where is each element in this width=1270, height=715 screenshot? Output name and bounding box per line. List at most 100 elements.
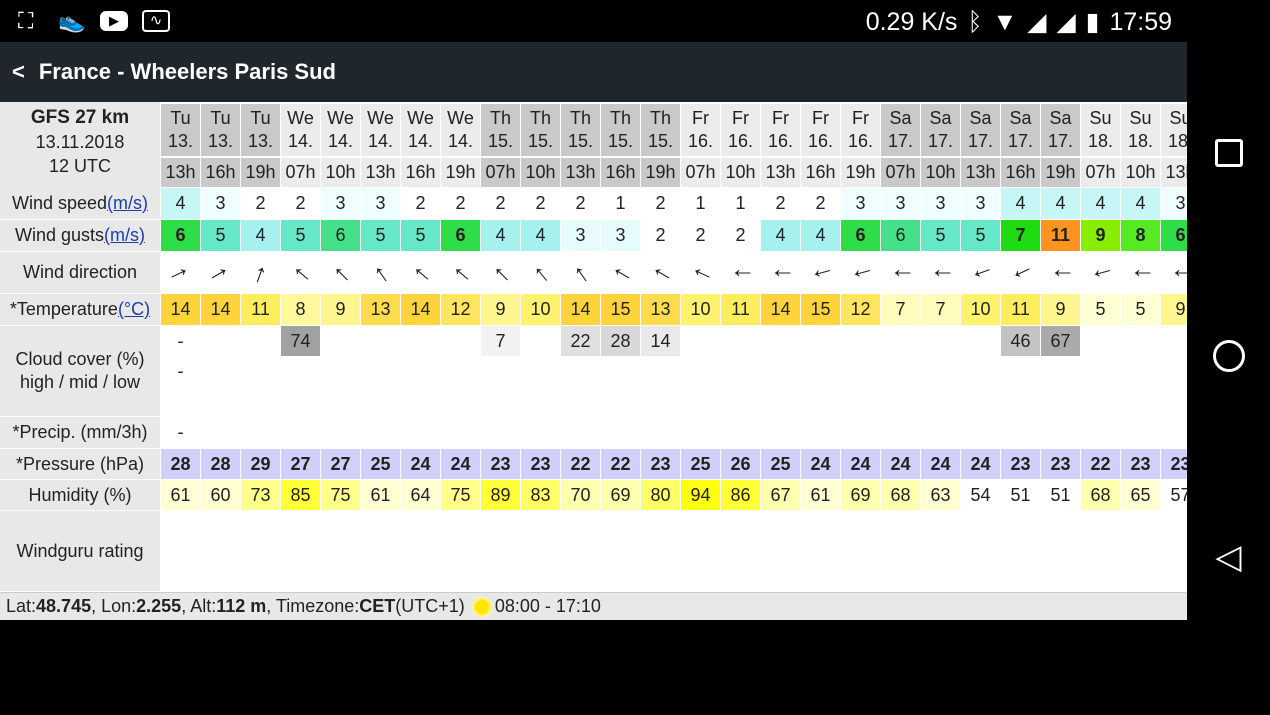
day-date: 14. xyxy=(407,131,434,151)
hour-header: 10h xyxy=(521,158,560,187)
temperature-cell: 9 xyxy=(481,294,520,325)
temperature-cell: 9 xyxy=(1041,294,1080,325)
wind-gusts-cell: 6 xyxy=(321,220,360,251)
cloud-low-cell xyxy=(1041,386,1080,416)
cloud-mid-cell xyxy=(601,356,640,386)
cloud-mid-cell xyxy=(1161,356,1187,386)
cloud-low-cell xyxy=(401,386,440,416)
pressure-cell: 27 xyxy=(321,449,360,479)
cloud-low-cell xyxy=(481,386,520,416)
temperature-unit-link[interactable]: (°C) xyxy=(118,298,150,321)
wind-arrow-icon: ↑ xyxy=(366,256,395,289)
pressure-cell: 24 xyxy=(441,449,480,479)
wind-speed-cell: 2 xyxy=(761,188,800,219)
pressure-cell: 23 xyxy=(481,449,520,479)
humidity-cell: 69 xyxy=(841,480,880,510)
cloud-high-cell: 28 xyxy=(601,326,640,356)
wind-arrow-icon: ↑ xyxy=(844,262,877,283)
wind-direction-cell: ↑ xyxy=(161,252,200,293)
cloud-low-cell xyxy=(841,386,880,416)
hour-header: 13h xyxy=(961,158,1000,187)
temperature-label: *Temperature xyxy=(9,299,118,319)
wind-direction-label: Wind direction xyxy=(0,252,160,293)
pressure-cell: 26 xyxy=(721,449,760,479)
home-button[interactable] xyxy=(1187,340,1270,372)
precip-cell xyxy=(961,417,1000,448)
cloud-mid-cell xyxy=(481,356,520,386)
wind-speed-cell: 1 xyxy=(721,188,760,219)
wind-speed-cell: 2 xyxy=(801,188,840,219)
rating-label: Windguru rating xyxy=(0,511,160,591)
hour-header: 13h xyxy=(1161,158,1187,187)
back-button[interactable]: < xyxy=(12,59,25,85)
cloud-high-cell xyxy=(321,326,360,356)
cloud-low-cell xyxy=(201,386,240,416)
cloud-high-cell xyxy=(521,326,560,356)
wind-direction-cell: ↑ xyxy=(441,252,480,293)
hour-header: 16h xyxy=(401,158,440,187)
day-header: Su 18. xyxy=(1121,104,1160,156)
humidity-cell: 70 xyxy=(561,480,600,510)
wind-speed-cell: 3 xyxy=(321,188,360,219)
cloud-low-cell xyxy=(361,386,400,416)
temperature-cell: 5 xyxy=(1121,294,1160,325)
wind-speed-cell: 2 xyxy=(281,188,320,219)
wind-direction-cell: ↑ xyxy=(521,252,560,293)
page-title: France - Wheelers Paris Sud xyxy=(38,59,336,84)
wind-speed-cell: 4 xyxy=(1081,188,1120,219)
day-header: Fr 16. xyxy=(801,104,840,156)
day-name: We xyxy=(327,108,354,128)
wind-gusts-cell: 2 xyxy=(721,220,760,251)
pressure-cell: 24 xyxy=(881,449,920,479)
recents-button[interactable] xyxy=(1187,139,1270,167)
wind-direction-cell: ↑ xyxy=(921,252,960,293)
back-nav-button[interactable]: ◁ xyxy=(1187,537,1270,577)
day-name: Sa xyxy=(889,108,912,128)
wind-direction-cell: ↑ xyxy=(681,252,720,293)
hour-header: 19h xyxy=(441,158,480,187)
wind-gusts-unit-link[interactable]: (m/s) xyxy=(104,224,145,247)
pressure-cell: 22 xyxy=(1081,449,1120,479)
day-name: Fr xyxy=(852,108,869,128)
cloud-mid-cell xyxy=(1081,356,1120,386)
cloud-high-cell xyxy=(721,326,760,356)
wind-gusts-cell: 5 xyxy=(401,220,440,251)
rating-row: Windguru rating xyxy=(0,511,1187,591)
cloud-mid-cell xyxy=(641,356,680,386)
day-header: Th 15. xyxy=(601,104,640,156)
day-date: 15. xyxy=(567,131,594,151)
cloud-high-cell: 74 xyxy=(281,326,320,356)
precip-cell: - xyxy=(177,422,184,442)
hour-header: 13h xyxy=(561,158,600,187)
alt-label: , Alt: xyxy=(181,596,217,616)
temperature-cell: 10 xyxy=(961,294,1000,325)
wind-gusts-cell: 11 xyxy=(1041,220,1080,251)
wind-gusts-cell: 6 xyxy=(841,220,880,251)
wind-gusts-cell: 5 xyxy=(961,220,1000,251)
wind-gusts-label: Wind gusts xyxy=(14,225,105,245)
cloud-mid-cell xyxy=(321,356,360,386)
precip-cell xyxy=(1081,417,1120,448)
hour-header: 07h xyxy=(1081,158,1120,187)
day-name: Sa xyxy=(929,108,952,128)
wind-speed-cell: 3 xyxy=(921,188,960,219)
pressure-cell: 24 xyxy=(841,449,880,479)
day-name: Sa xyxy=(969,108,992,128)
precip-cell xyxy=(441,417,480,448)
wind-speed-unit-link[interactable]: (m/s) xyxy=(107,192,148,215)
wind-gusts-cell: 3 xyxy=(601,220,640,251)
hour-header: 16h xyxy=(201,158,240,187)
lon-label: , Lon: xyxy=(91,596,137,616)
wind-gusts-cell: 4 xyxy=(761,220,800,251)
wind-gusts-cell: 4 xyxy=(521,220,560,251)
wind-arrow-icon: ↑ xyxy=(1045,266,1076,279)
cloud-high-cell xyxy=(1161,326,1187,356)
day-date: 16. xyxy=(807,131,834,151)
day-date: 17. xyxy=(967,131,994,151)
wind-gusts-cell: 4 xyxy=(481,220,520,251)
model-info: GFS 27 km 13.11.2018 12 UTC xyxy=(0,102,160,188)
wind-arrow-icon: ↑ xyxy=(964,261,997,284)
cloud-high-cell xyxy=(961,326,1000,356)
humidity-cell: 63 xyxy=(921,480,960,510)
wind-arrow-icon: ↑ xyxy=(925,266,956,279)
